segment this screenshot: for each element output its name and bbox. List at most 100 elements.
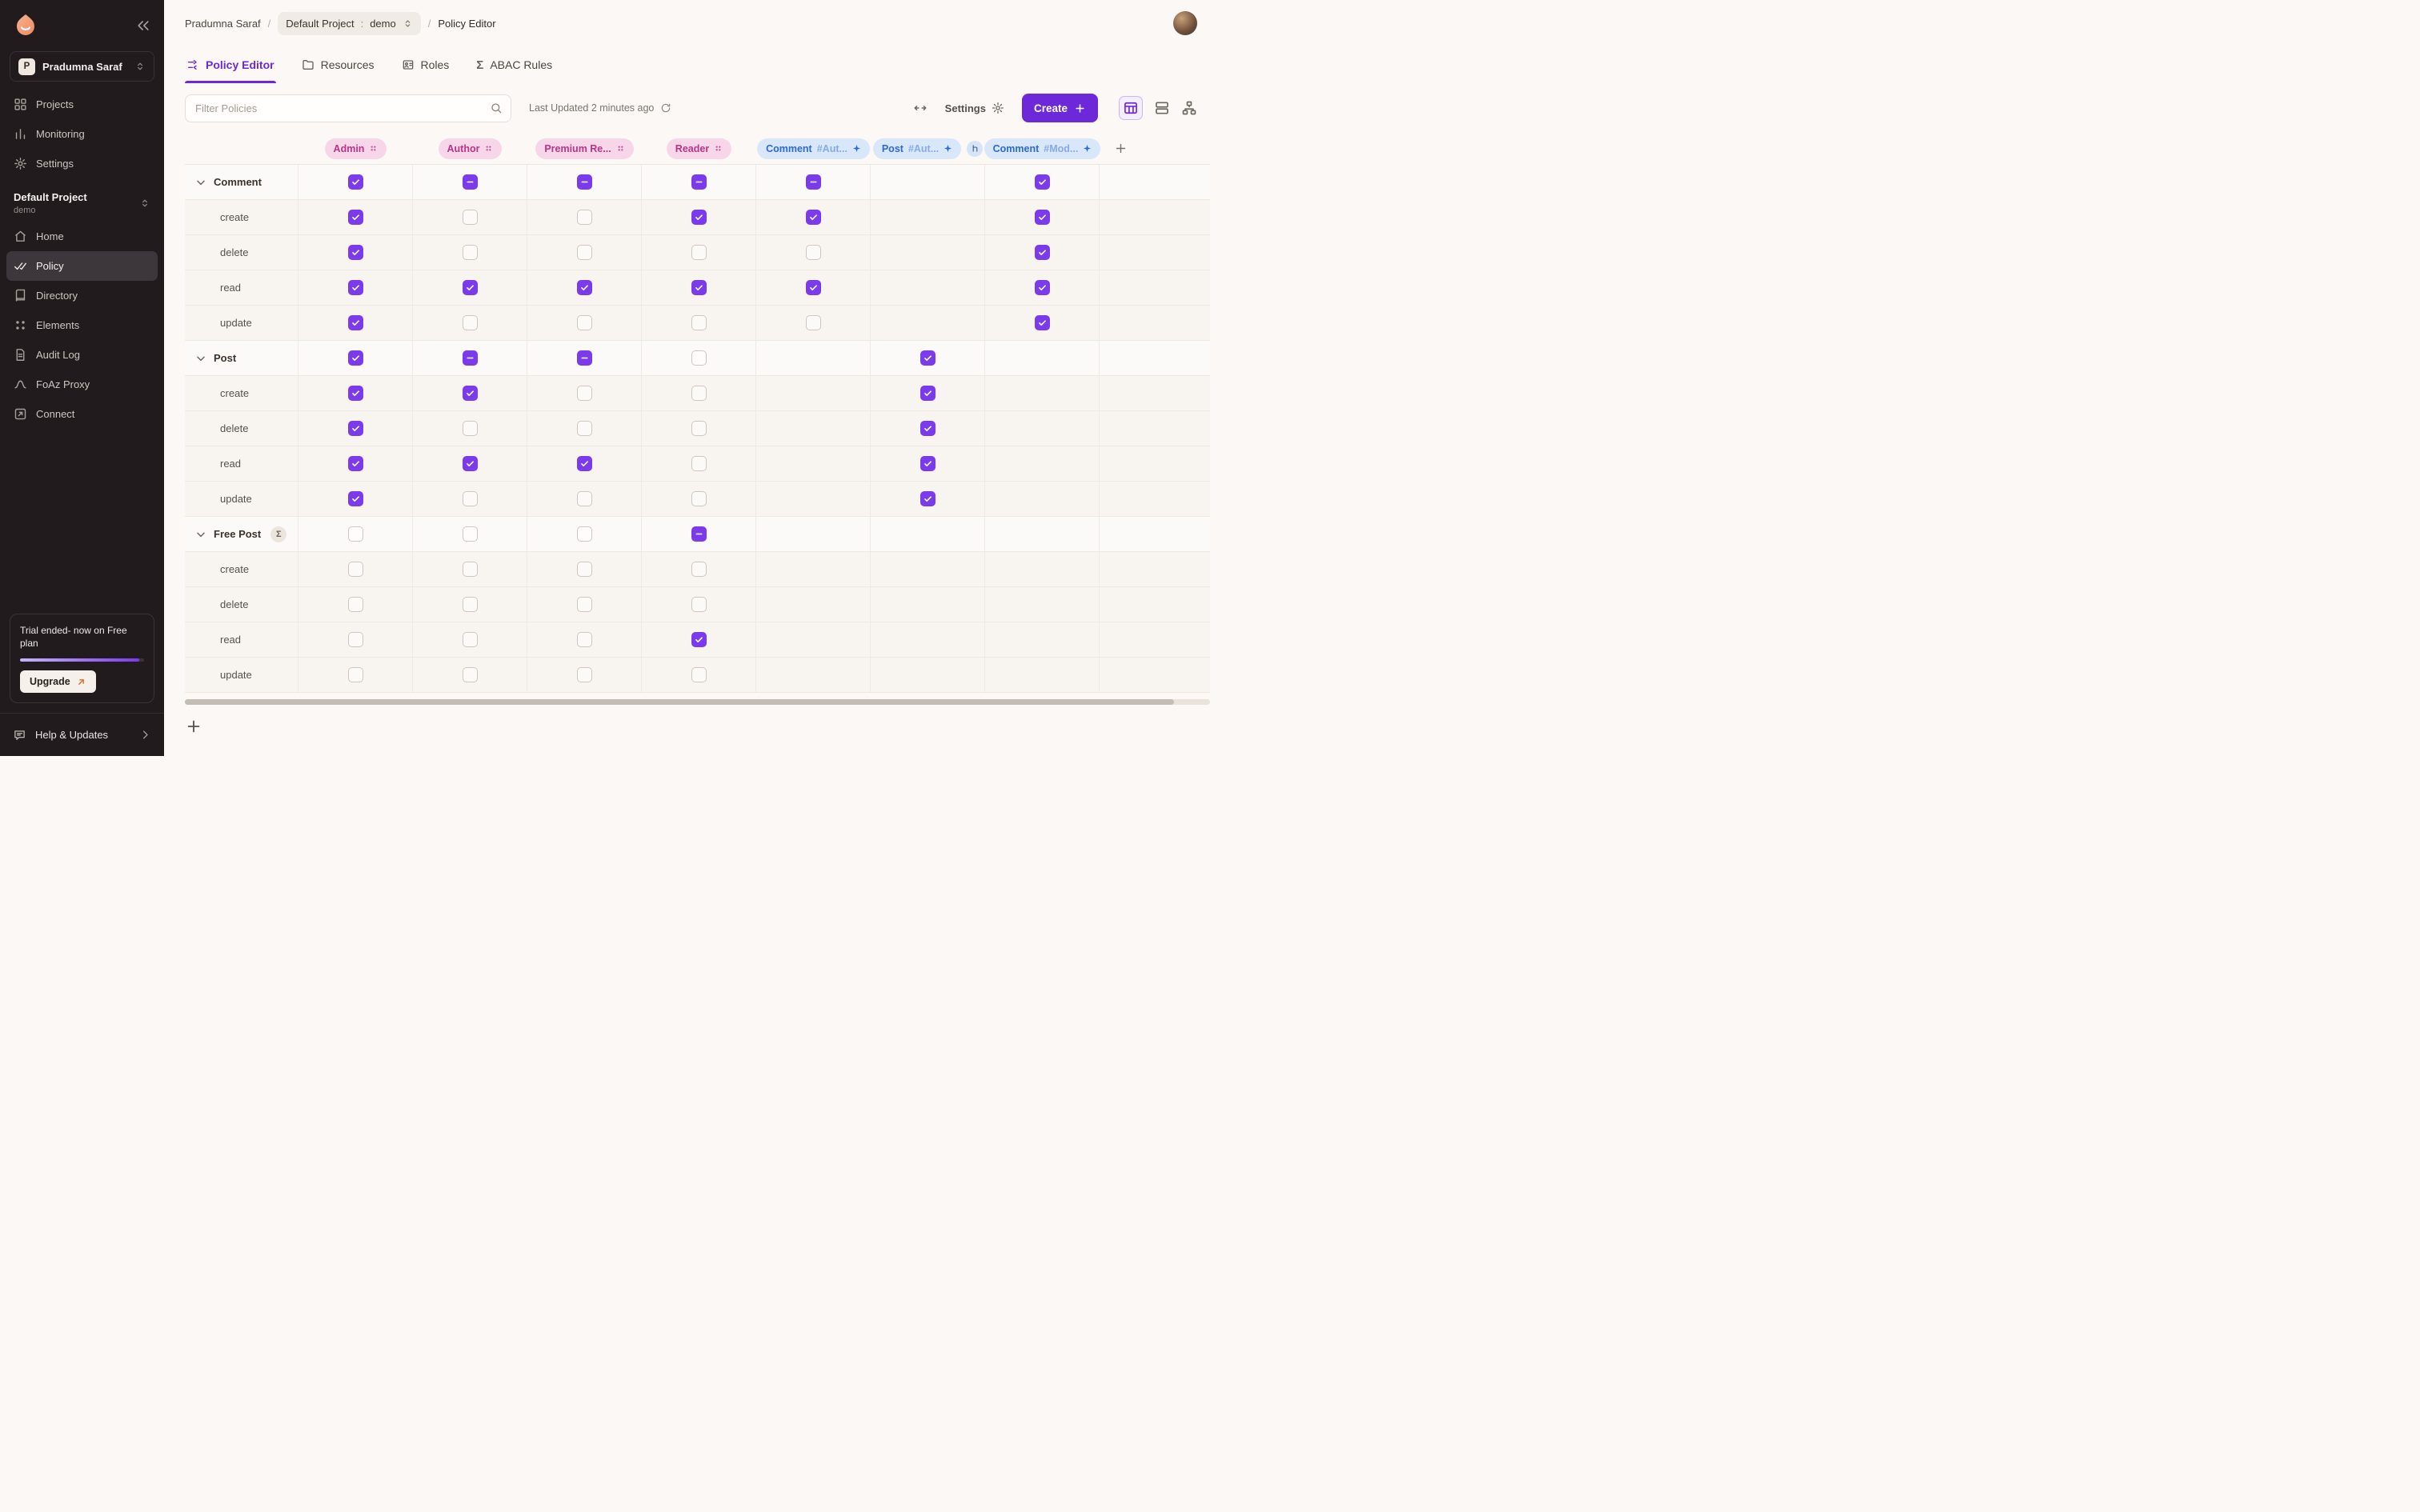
permission-checkbox-empty[interactable] — [463, 632, 478, 647]
permission-checkbox-checked[interactable] — [920, 421, 936, 436]
permission-checkbox-checked[interactable] — [348, 280, 363, 295]
permission-checkbox-checked[interactable] — [577, 456, 592, 471]
permission-checkbox-checked[interactable] — [691, 280, 707, 295]
add-role-button[interactable] — [1114, 142, 1128, 155]
permission-checkbox-empty[interactable] — [463, 210, 478, 225]
chevron-down-icon[interactable] — [194, 528, 207, 541]
permission-checkbox-indeterminate[interactable] — [806, 174, 821, 190]
permission-checkbox-empty[interactable] — [691, 456, 707, 471]
permission-checkbox-checked[interactable] — [920, 386, 936, 401]
permission-checkbox-empty[interactable] — [691, 667, 707, 682]
permission-checkbox-checked[interactable] — [1035, 245, 1050, 260]
permission-checkbox-empty[interactable] — [577, 386, 592, 401]
add-resource-button[interactable] — [185, 718, 202, 735]
permission-checkbox-empty[interactable] — [463, 245, 478, 260]
permission-checkbox-empty[interactable] — [577, 632, 592, 647]
horizontal-scrollbar[interactable] — [185, 699, 1210, 705]
permission-checkbox-checked[interactable] — [1035, 280, 1050, 295]
permission-checkbox-checked[interactable] — [1035, 315, 1050, 330]
create-button[interactable]: Create — [1022, 94, 1098, 122]
expand-horizontal-icon[interactable] — [913, 101, 928, 115]
relationship-badge[interactable] — [967, 141, 983, 157]
refresh-icon[interactable] — [660, 102, 671, 114]
permission-checkbox-empty[interactable] — [577, 491, 592, 506]
role-pill-reader[interactable]: Reader — [667, 138, 731, 159]
role-pill-admin[interactable]: Admin — [325, 138, 387, 159]
sidebar-item-home[interactable]: Home — [6, 222, 158, 251]
permission-checkbox-checked[interactable] — [920, 350, 936, 366]
permission-checkbox-empty[interactable] — [463, 597, 478, 612]
breadcrumb-user[interactable]: Pradumna Saraf — [185, 18, 261, 30]
permission-checkbox-empty[interactable] — [348, 667, 363, 682]
permission-checkbox-empty[interactable] — [691, 315, 707, 330]
role-pill-comment-aut[interactable]: Comment#Aut... — [757, 138, 870, 159]
permission-checkbox-empty[interactable] — [691, 421, 707, 436]
permission-checkbox-checked[interactable] — [348, 210, 363, 225]
permission-checkbox-empty[interactable] — [577, 245, 592, 260]
permission-checkbox-empty[interactable] — [463, 491, 478, 506]
permission-checkbox-checked[interactable] — [1035, 174, 1050, 190]
permission-checkbox-checked[interactable] — [691, 210, 707, 225]
permission-checkbox-empty[interactable] — [691, 562, 707, 577]
permission-checkbox-indeterminate[interactable] — [691, 526, 707, 542]
permission-checkbox-checked[interactable] — [348, 421, 363, 436]
permission-checkbox-checked[interactable] — [920, 456, 936, 471]
permission-checkbox-checked[interactable] — [1035, 210, 1050, 225]
permission-checkbox-checked[interactable] — [806, 280, 821, 295]
permission-checkbox-empty[interactable] — [577, 526, 592, 542]
permission-checkbox-indeterminate[interactable] — [463, 174, 478, 190]
permission-checkbox-empty[interactable] — [691, 386, 707, 401]
permission-checkbox-checked[interactable] — [348, 491, 363, 506]
sidebar-collapse-button[interactable] — [135, 18, 151, 34]
permission-checkbox-checked[interactable] — [348, 245, 363, 260]
filter-policies-input[interactable] — [185, 94, 511, 122]
breadcrumb-project-pill[interactable]: Default Project : demo — [278, 12, 420, 35]
list-view-toggle[interactable] — [1154, 100, 1170, 116]
permission-checkbox-checked[interactable] — [577, 280, 592, 295]
permission-checkbox-empty[interactable] — [463, 526, 478, 542]
permission-checkbox-checked[interactable] — [806, 210, 821, 225]
permission-checkbox-empty[interactable] — [806, 315, 821, 330]
chevron-down-icon[interactable] — [194, 352, 207, 365]
permission-checkbox-empty[interactable] — [348, 597, 363, 612]
permission-checkbox-checked[interactable] — [348, 315, 363, 330]
sidebar-item-monitoring[interactable]: Monitoring — [6, 119, 158, 149]
permission-checkbox-checked[interactable] — [463, 280, 478, 295]
role-pill-author[interactable]: Author — [439, 138, 503, 159]
tab-roles[interactable]: Roles — [400, 46, 451, 83]
permission-checkbox-checked[interactable] — [348, 350, 363, 366]
permission-checkbox-empty[interactable] — [691, 597, 707, 612]
sidebar-item-directory[interactable]: Directory — [6, 281, 158, 310]
permission-checkbox-indeterminate[interactable] — [577, 350, 592, 366]
permission-checkbox-checked[interactable] — [463, 456, 478, 471]
permission-checkbox-empty[interactable] — [577, 315, 592, 330]
permission-checkbox-empty[interactable] — [348, 632, 363, 647]
tab-policy-editor[interactable]: Policy Editor — [185, 46, 276, 83]
permission-checkbox-empty[interactable] — [463, 562, 478, 577]
sidebar-item-settings[interactable]: Settings — [6, 149, 158, 178]
role-pill-post-aut[interactable]: Post#Aut... — [873, 138, 961, 159]
permission-checkbox-empty[interactable] — [348, 562, 363, 577]
permission-checkbox-empty[interactable] — [577, 597, 592, 612]
permission-checkbox-indeterminate[interactable] — [691, 174, 707, 190]
sidebar-item-audit-log[interactable]: Audit Log — [6, 340, 158, 370]
project-selector[interactable]: Default Project demo — [14, 191, 150, 215]
sidebar-item-foaz-proxy[interactable]: FoAz Proxy — [6, 370, 158, 399]
sidebar-item-policy[interactable]: Policy — [6, 251, 158, 281]
role-pill-comment-mod[interactable]: Comment#Mod... — [984, 138, 1101, 159]
sidebar-item-elements[interactable]: Elements — [6, 310, 158, 340]
permission-checkbox-checked[interactable] — [348, 386, 363, 401]
permission-checkbox-empty[interactable] — [577, 421, 592, 436]
permission-checkbox-empty[interactable] — [463, 421, 478, 436]
settings-button[interactable]: Settings — [945, 102, 1004, 114]
tab-abac-rules[interactable]: Σ ABAC Rules — [475, 46, 554, 83]
permission-checkbox-empty[interactable] — [691, 350, 707, 366]
permission-checkbox-empty[interactable] — [463, 667, 478, 682]
workspace-selector[interactable]: P Pradumna Saraf — [10, 51, 154, 82]
role-pill-premium-re[interactable]: Premium Re... — [535, 138, 633, 159]
sidebar-item-connect[interactable]: Connect — [6, 399, 158, 429]
upgrade-button[interactable]: Upgrade — [20, 670, 96, 693]
scrollbar-thumb[interactable] — [185, 699, 1174, 705]
permission-checkbox-empty[interactable] — [577, 562, 592, 577]
help-updates-button[interactable]: Help & Updates — [0, 713, 164, 756]
